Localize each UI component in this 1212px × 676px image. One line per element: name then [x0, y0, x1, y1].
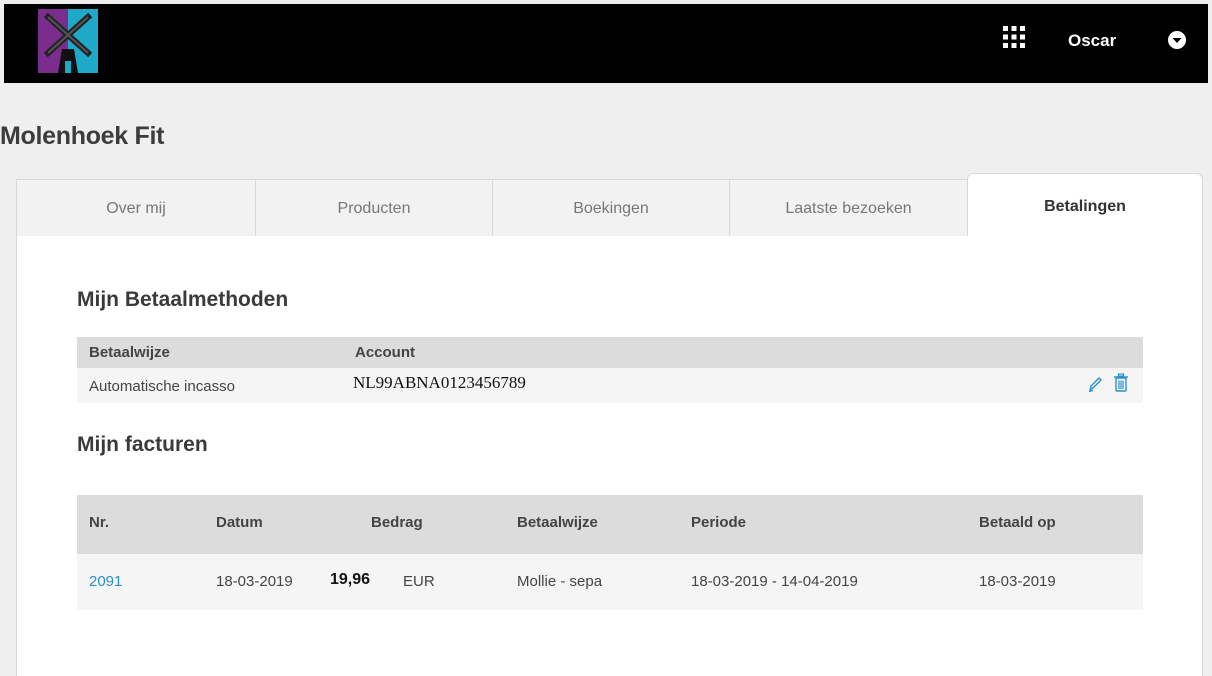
tab-bar: Over mij Producten Boekingen Laatste bez… [16, 173, 1203, 238]
invoice-number-link[interactable]: 2091 [89, 573, 122, 590]
invoices-table-header: Nr. Datum Bedrag Betaalwijze Periode Bet… [77, 495, 1143, 554]
invoice-date: 18-03-2019 [216, 573, 293, 590]
column-header-betaalwijze: Betaalwijze [89, 344, 170, 361]
column-header-nr: Nr. [89, 514, 110, 531]
column-header-bedrag: Bedrag [371, 514, 423, 531]
column-header-datum: Datum [216, 514, 263, 531]
windmill-logo-icon[interactable] [38, 9, 98, 73]
invoices-heading: Mijn facturen [77, 433, 208, 456]
table-row: 2091 18-03-2019 19,96 EUR Mollie - sepa … [77, 554, 1143, 610]
payment-methods-table-header: Betaalwijze Account [77, 337, 1143, 368]
column-header-betaald-op: Betaald op [979, 514, 1056, 531]
tab-over-mij[interactable]: Over mij [16, 179, 256, 237]
tab-betalingen[interactable]: Betalingen [967, 173, 1203, 238]
payment-methods-heading: Mijn Betaalmethoden [77, 288, 289, 311]
column-header-betaalwijze: Betaalwijze [517, 514, 598, 531]
invoice-paid-on: 18-03-2019 [979, 573, 1056, 590]
top-navigation-bar [4, 4, 1208, 83]
invoice-currency: EUR [403, 573, 435, 590]
chevron-down-icon[interactable] [1167, 30, 1187, 50]
invoice-period: 18-03-2019 - 14-04-2019 [691, 573, 858, 590]
trash-delete-icon[interactable] [1113, 373, 1129, 393]
pencil-edit-icon[interactable] [1087, 375, 1103, 393]
page-title: Molenhoek Fit [0, 122, 165, 150]
invoice-payment-method: Mollie - sepa [517, 573, 603, 590]
tab-boekingen[interactable]: Boekingen [492, 179, 730, 237]
column-header-account: Account [355, 344, 415, 361]
table-row: Automatische incasso NL99ABNA0123456789 [77, 368, 1143, 403]
apps-grid-icon[interactable] [1003, 26, 1025, 48]
invoice-amount: 19,96 [330, 571, 371, 588]
payment-method-type: Automatische incasso [89, 378, 235, 395]
payment-account-iban: NL99ABNA0123456789 [353, 373, 526, 392]
user-menu-name[interactable]: Oscar [1068, 31, 1116, 51]
tab-laatste-bezoeken[interactable]: Laatste bezoeken [729, 179, 968, 237]
column-header-periode: Periode [691, 514, 747, 531]
tab-producten[interactable]: Producten [255, 179, 493, 237]
